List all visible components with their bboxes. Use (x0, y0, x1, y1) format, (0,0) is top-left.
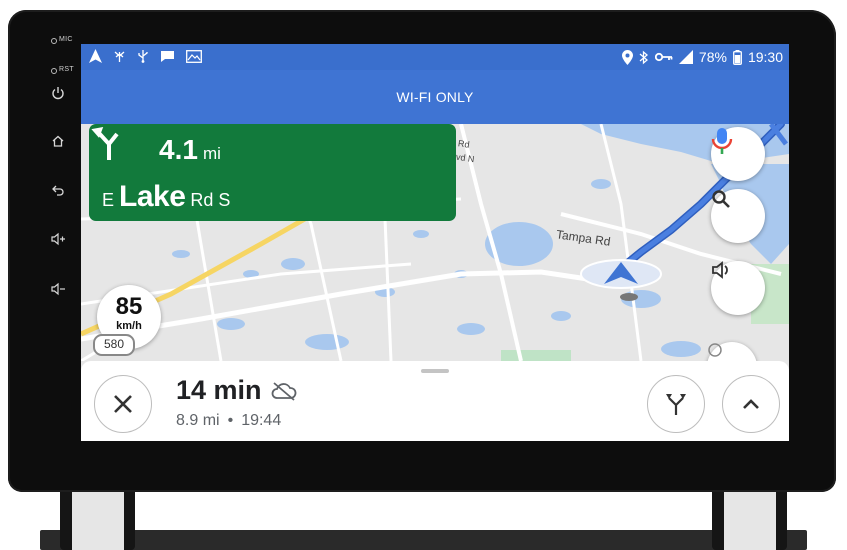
trip-distance: 8.9 mi (176, 412, 220, 429)
street-name: E Lake Rd S (102, 180, 230, 214)
battery-percent: 78% (698, 49, 727, 65)
alternate-routes-icon (666, 394, 686, 415)
speed-unit: km/h (116, 320, 142, 332)
voice-search-button[interactable] (711, 127, 765, 181)
mic-hole (51, 38, 57, 44)
status-bar: 78% 19:30 (81, 44, 789, 70)
add-report-icon (708, 343, 722, 357)
vehicle-arrow-icon (604, 262, 638, 284)
trip-panel[interactable]: 14 min 8.9 mi • 19:44 (81, 361, 789, 441)
screen: 78% 19:30 WI-FI ONLY Tampa Rd Rd vd N 4.… (81, 44, 789, 441)
close-icon (114, 395, 132, 413)
speed-value: 85 (115, 293, 143, 320)
turn-slight-left-icon (91, 127, 119, 160)
search-button[interactable] (711, 189, 765, 243)
alternate-routes-button[interactable] (647, 375, 705, 433)
reset-hole[interactable] (51, 68, 57, 74)
chevron-up-icon (743, 399, 759, 409)
trip-details: 8.9 mi • 19:44 (176, 412, 281, 430)
mic-label: MIC (59, 36, 73, 43)
exit-navigation-button[interactable] (94, 375, 152, 433)
power-icon[interactable] (47, 86, 69, 104)
trip-duration: 14 min (176, 375, 262, 405)
turn-distance: 4.1 (159, 134, 198, 165)
bluetooth-icon (639, 50, 648, 64)
arrival-time: 19:44 (241, 412, 282, 429)
search-icon (712, 190, 730, 208)
volume-down-icon[interactable] (47, 282, 69, 300)
wifi-only-banner: WI-FI ONLY (81, 70, 789, 124)
road-label-partial-1: Rd (457, 138, 471, 150)
sound-button[interactable] (711, 261, 765, 315)
turn-instruction-card[interactable]: 4.1 mi E Lake Rd S (89, 124, 456, 221)
chat-icon (161, 50, 174, 62)
image-icon (186, 49, 202, 63)
usb-icon (138, 50, 148, 63)
drag-handle[interactable] (421, 369, 449, 373)
microphone-icon (711, 128, 733, 154)
rst-label: RST (59, 66, 74, 73)
battery-icon (733, 49, 742, 65)
street-prefix: E (102, 190, 115, 210)
trip-duration-row: 14 min (176, 375, 298, 406)
expand-panel-button[interactable] (722, 375, 780, 433)
volume-up-icon[interactable] (47, 232, 69, 250)
cloud-off-icon (271, 381, 296, 401)
back-icon[interactable] (47, 183, 69, 201)
key-icon (654, 52, 673, 62)
home-icon[interactable] (47, 134, 69, 152)
location-icon (621, 49, 633, 65)
bracket-cutout-right (724, 492, 776, 550)
trip-separator: • (227, 412, 234, 429)
street-main-name: Lake (119, 180, 186, 213)
signal-icon (678, 50, 693, 64)
speaker-icon (712, 261, 728, 279)
street-suffix: Rd S (190, 190, 231, 210)
bracket-cutout-left (72, 492, 124, 550)
route-shield: 580 (93, 334, 135, 356)
unit-base (40, 530, 807, 550)
map-view[interactable]: Tampa Rd Rd vd N 4.1 mi E Lake Rd S 85 k… (81, 124, 789, 361)
turn-distance-unit: mi (203, 144, 221, 163)
navigation-arrow-icon (89, 49, 102, 63)
clock: 19:30 (747, 49, 783, 65)
antenna-icon (114, 51, 125, 62)
